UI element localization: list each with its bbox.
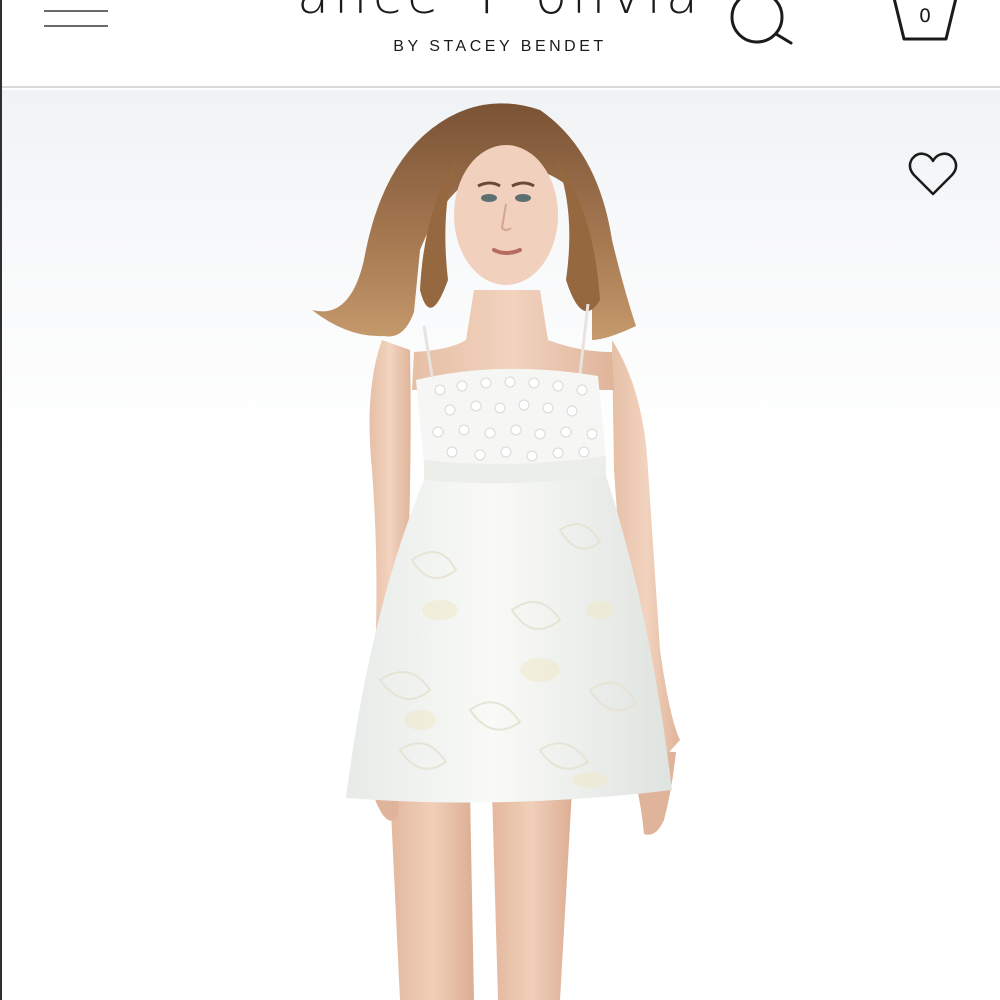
menu-button[interactable] (40, 0, 110, 40)
brand-name: alice + olivia (280, 0, 720, 26)
brand-subtitle: BY STACEY BENDET (393, 38, 607, 55)
heart-outline-icon (908, 152, 958, 196)
bag-count: 0 (918, 5, 932, 27)
hamburger-menu-icon-bar (44, 25, 108, 27)
hamburger-menu-icon (44, 10, 108, 12)
product-image[interactable] (0, 90, 1000, 1000)
wishlist-button[interactable] (905, 150, 961, 200)
product-photo (312, 103, 680, 1000)
brand-logo[interactable]: alice + olivia BY STACEY BENDET (280, 0, 720, 86)
window-edge (0, 0, 2, 1000)
search-icon (730, 0, 793, 45)
search-button[interactable] (722, 0, 802, 48)
product-page: alice + olivia BY STACEY BENDET 0 (0, 0, 1000, 1000)
shopping-bag-button[interactable]: 0 (886, 0, 966, 46)
site-header: alice + olivia BY STACEY BENDET 0 (0, 0, 1000, 88)
